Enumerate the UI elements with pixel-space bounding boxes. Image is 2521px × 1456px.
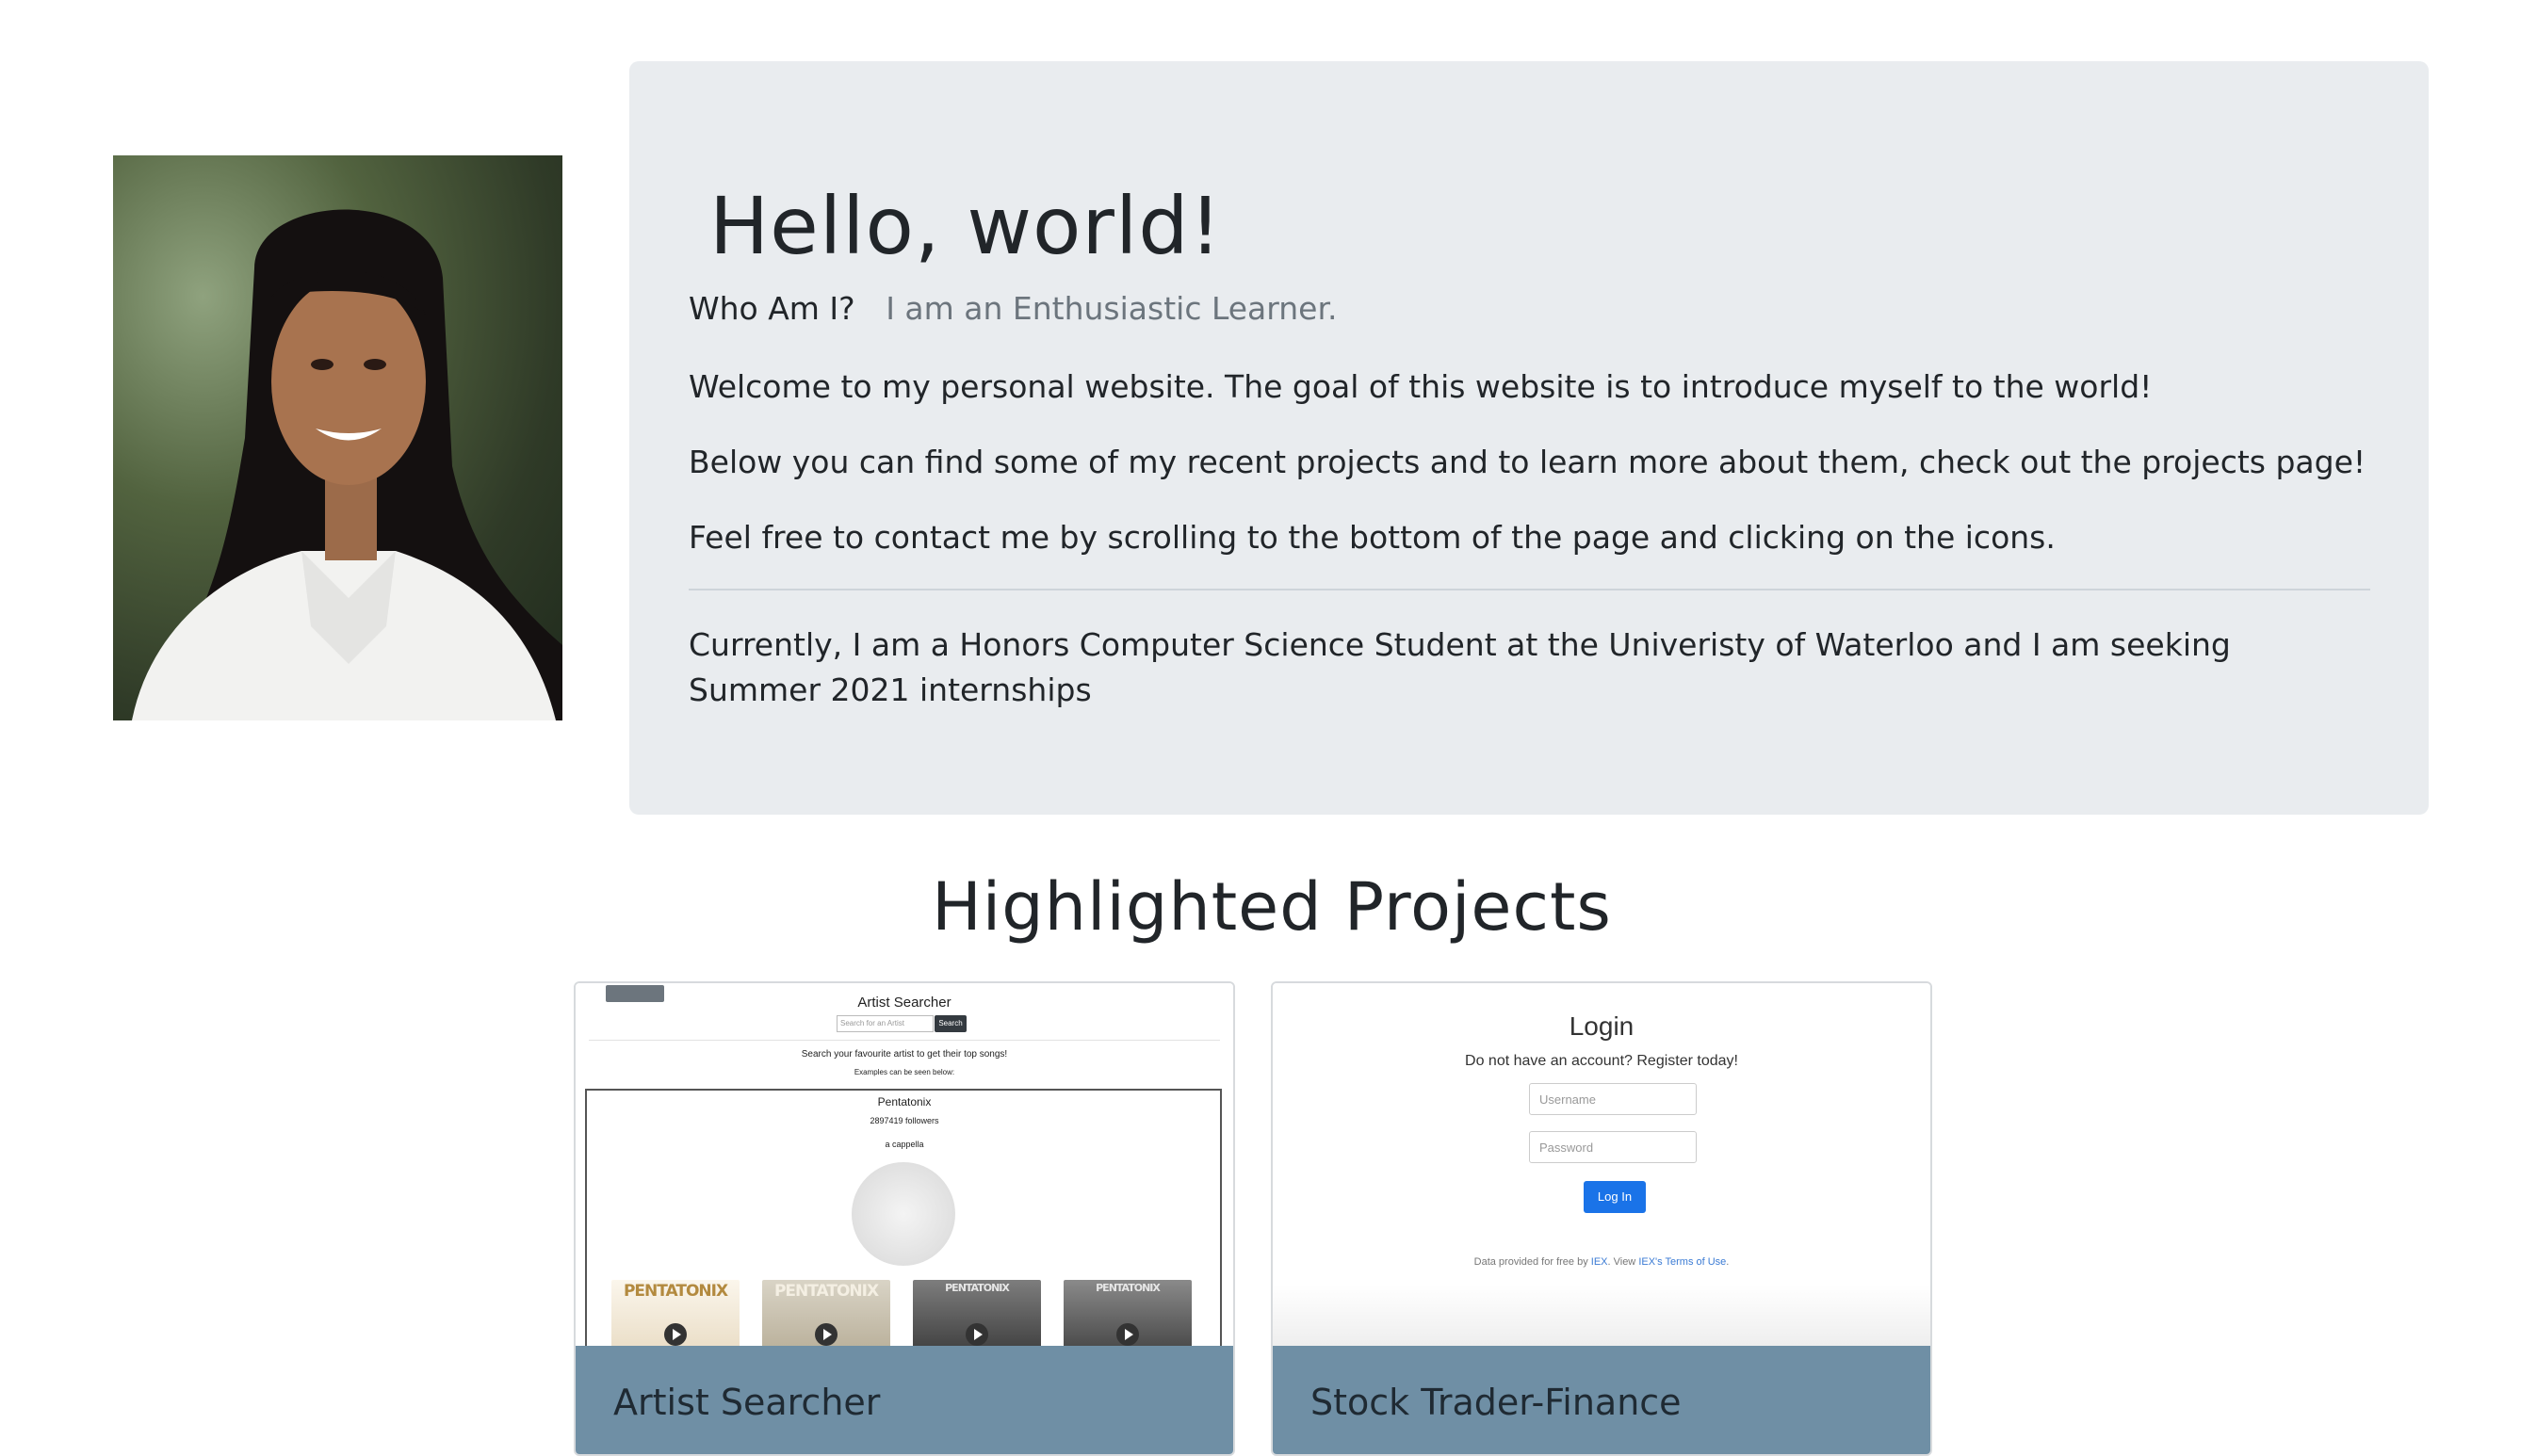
intro-paragraph-current-status: Currently, I am a Honors Computer Scienc… xyxy=(689,626,2231,708)
album-label: PENTATONIX xyxy=(1096,1282,1161,1294)
project-card-footer: Stock Trader-Finance xyxy=(1273,1346,1930,1454)
preview-app-title: Artist Searcher xyxy=(857,995,951,1011)
play-icon xyxy=(664,1323,687,1346)
project-card-artist-searcher[interactable]: Artist Searcher Search for an Artist Sea… xyxy=(574,981,1235,1456)
preview-login-heading: Login xyxy=(1569,1011,1635,1041)
project-preview-stock-trader: Login Do not have an account? Register t… xyxy=(1273,983,1930,1346)
who-am-i-line: Who Am I? I am an Enthusiastic Learner. xyxy=(689,287,1338,331)
preview-artist-name: Pentatonix xyxy=(877,1095,932,1108)
profile-photo xyxy=(113,155,562,720)
album-label: PENTATONIX xyxy=(945,1282,1010,1294)
portrait-illustration xyxy=(132,209,562,720)
preview-album-cover: PENTATONIX xyxy=(913,1280,1041,1346)
project-card-title[interactable]: Stock Trader-Finance xyxy=(1310,1382,1682,1423)
project-card-title[interactable]: Artist Searcher xyxy=(613,1382,880,1423)
attribution-text: . xyxy=(1726,1256,1730,1268)
preview-artist-avatar xyxy=(852,1162,955,1266)
intro-paragraph-projects: Below you can find some of my recent pro… xyxy=(689,444,2366,480)
album-label: PENTATONIX xyxy=(623,1282,728,1301)
preview-artist-genre: a cappella xyxy=(885,1140,924,1149)
attribution-text: . View xyxy=(1607,1256,1639,1268)
page-heading: Hello, world! xyxy=(709,180,1223,272)
preview-login-button: Log In xyxy=(1584,1181,1646,1213)
play-icon xyxy=(815,1323,838,1346)
preview-examples-text: Examples can be seen below: xyxy=(854,1068,955,1076)
preview-album-cover: PENTATONIX xyxy=(611,1280,740,1346)
preview-album-cover: PENTATONIX xyxy=(1064,1280,1192,1346)
attribution-link-iex: IEX xyxy=(1590,1256,1608,1268)
divider xyxy=(689,589,2370,590)
who-am-i-value: I am an Enthusiastic Learner. xyxy=(886,290,1338,327)
preview-subtitle: Search your favourite artist to get thei… xyxy=(801,1049,1008,1060)
project-card-footer: Artist Searcher xyxy=(576,1346,1233,1454)
preview-search-button: Search xyxy=(935,1015,967,1032)
preview-data-attribution: Data provided for free by IEX. View IEX'… xyxy=(1273,1256,1930,1268)
attribution-text: Data provided for free by xyxy=(1473,1256,1591,1268)
preview-search-input: Search for an Artist xyxy=(837,1015,934,1032)
intro-jumbotron: Hello, world! Who Am I? I am an Enthusia… xyxy=(629,61,2429,815)
album-label: PENTATONIX xyxy=(773,1282,879,1301)
preview-fade xyxy=(1273,1285,1930,1346)
preview-username-input: Username xyxy=(1529,1083,1697,1115)
project-preview-artist-searcher: Artist Searcher Search for an Artist Sea… xyxy=(576,983,1233,1346)
intro-paragraph-contact: Feel free to contact me by scrolling to … xyxy=(689,519,2056,556)
intro-paragraph-welcome: Welcome to my personal website. The goal… xyxy=(689,368,2153,405)
project-card-stock-trader[interactable]: Login Do not have an account? Register t… xyxy=(1271,981,1932,1456)
preview-artist-followers: 2897419 followers xyxy=(870,1116,939,1125)
attribution-link-terms: IEX's Terms of Use xyxy=(1638,1256,1727,1268)
preview-password-input: Password xyxy=(1529,1131,1697,1163)
preview-divider xyxy=(589,1040,1220,1041)
who-am-i-label: Who Am I? xyxy=(689,290,855,327)
projects-section-title: Highlighted Projects xyxy=(932,868,1612,946)
play-icon xyxy=(1116,1323,1139,1346)
preview-register-text: Do not have an account? Register today! xyxy=(1465,1053,1738,1069)
play-icon xyxy=(966,1323,988,1346)
preview-album-cover: PENTATONIX xyxy=(762,1280,890,1346)
